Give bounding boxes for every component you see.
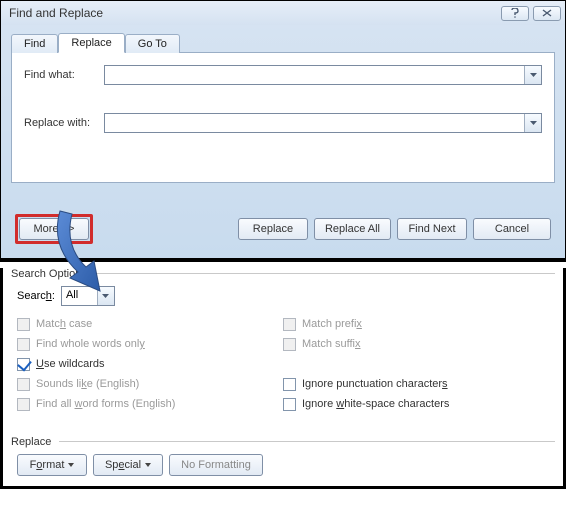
replace-all-button[interactable]: Replace All [314,218,391,240]
whole-words-label: Find whole words only [36,338,145,350]
word-forms-label: Find all word forms (English) [36,398,175,410]
tabs: Find Replace Go To [11,29,555,53]
replace-with-dropdown[interactable] [524,114,541,132]
wildcards-checkbox[interactable] [17,358,30,371]
match-suffix-label: Match suffix [302,338,361,350]
help-button[interactable] [501,6,529,21]
search-options-title: Search Options [11,268,555,280]
tab-replace[interactable]: Replace [58,33,124,53]
no-formatting-button[interactable]: No Formatting [169,454,263,476]
dialog-title: Find and Replace [5,6,497,20]
match-case-checkbox[interactable] [17,318,30,331]
find-what-input[interactable] [105,66,524,84]
search-direction-value: All [62,287,97,305]
sounds-like-label: Sounds like (English) [36,378,139,390]
special-button[interactable]: Special [93,454,163,476]
chevron-down-icon [145,463,151,467]
replace-group: Replace Format Special No Formatting [11,436,555,476]
find-replace-dialog: Find and Replace Find Replace Go To Find… [0,0,566,262]
ignore-punctuation-checkbox[interactable] [283,378,296,391]
replace-button[interactable]: Replace [238,218,308,240]
button-row: More >> Replace Replace All Find Next Ca… [15,214,551,244]
word-forms-checkbox[interactable] [17,398,30,411]
search-options-group: Search Options Search: All Match case Fi… [11,268,555,414]
chevron-down-icon [68,463,74,467]
ignore-whitespace-checkbox[interactable] [283,398,296,411]
find-what-dropdown[interactable] [524,66,541,84]
expanded-options-panel: Search Options Search: All Match case Fi… [0,268,566,489]
close-button[interactable] [533,6,561,21]
tab-find[interactable]: Find [11,34,58,53]
replace-with-combo[interactable] [104,113,542,133]
match-prefix-checkbox[interactable] [283,318,296,331]
sounds-like-checkbox[interactable] [17,378,30,391]
search-direction-label: Search: [17,290,55,302]
whole-words-checkbox[interactable] [17,338,30,351]
find-what-label: Find what: [24,69,104,81]
options-left-column: Match case Find whole words only Use wil… [17,314,283,414]
replace-group-title: Replace [11,436,555,448]
more-button-highlight: More >> [15,214,93,244]
match-case-label: Match case [36,318,92,330]
match-prefix-label: Match prefix [302,318,362,330]
titlebar: Find and Replace [1,1,565,25]
options-right-column: Match prefix Match suffix Ignore punctua… [283,314,549,414]
find-next-button[interactable]: Find Next [397,218,467,240]
replace-with-input[interactable] [105,114,524,132]
search-direction-combo[interactable]: All [61,286,115,306]
find-what-combo[interactable] [104,65,542,85]
search-direction-dropdown[interactable] [97,287,114,305]
ignore-whitespace-label: Ignore white-space characters [302,398,449,410]
wildcards-label: Use wildcards [36,358,104,370]
more-button[interactable]: More >> [19,218,89,240]
replace-tab-body: Find what: Replace with: [11,53,555,183]
cancel-button[interactable]: Cancel [473,218,551,240]
match-suffix-checkbox[interactable] [283,338,296,351]
format-button[interactable]: Format [17,454,87,476]
tab-goto[interactable]: Go To [125,34,180,53]
replace-with-label: Replace with: [24,117,104,129]
ignore-punctuation-label: Ignore punctuation characters [302,378,448,390]
